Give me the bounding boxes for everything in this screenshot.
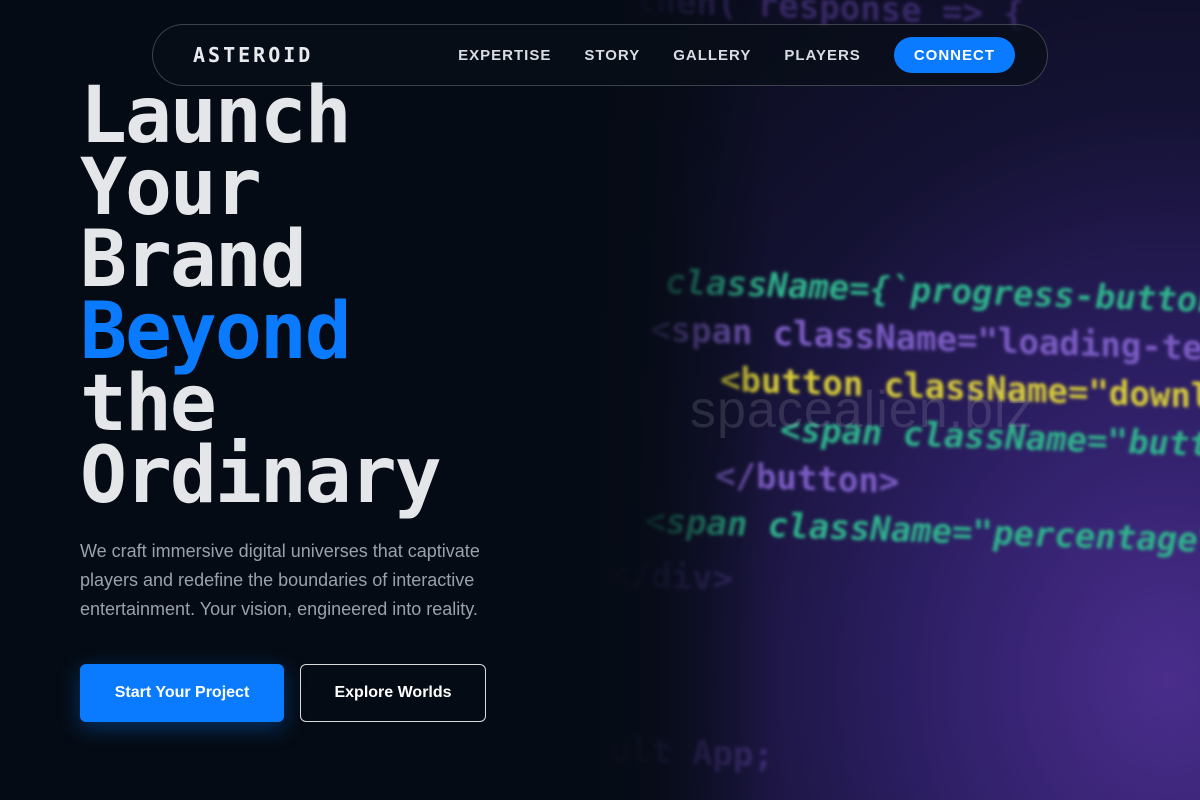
hero-heading-line: Brand [80, 215, 307, 305]
hero-heading-accent: Beyond [80, 287, 352, 377]
landing-page: then( response => { className={`progress… [0, 0, 1200, 800]
code-line: </button> [715, 455, 900, 503]
code-line: </div> [610, 555, 733, 600]
hero-heading-line: Your [80, 143, 262, 233]
code-line: ult App; [610, 730, 774, 776]
code-line: <span className="percentage" {percen [645, 501, 1200, 567]
nav-links: EXPERTISE STORY GALLERY PLAYERS CONNECT [458, 37, 1015, 73]
explore-worlds-button[interactable]: Explore Worlds [300, 664, 486, 722]
hero-heading-line: the [80, 359, 217, 449]
nav-link-gallery[interactable]: GALLERY [673, 47, 751, 64]
nav-link-players[interactable]: PLAYERS [784, 47, 860, 64]
nav-link-story[interactable]: STORY [584, 47, 640, 64]
start-project-button[interactable]: Start Your Project [80, 664, 284, 722]
connect-button[interactable]: CONNECT [893, 37, 1015, 73]
nav-link-expertise[interactable]: EXPERTISE [458, 47, 551, 64]
hero-heading-line: Ordinary [80, 431, 442, 521]
hero-description: We craft immersive digital universes tha… [80, 541, 480, 619]
brand-logo[interactable]: ASTEROID [193, 43, 313, 67]
hero-heading: Launch Your Brand Beyond the Ordinary [80, 71, 442, 521]
watermark: spacealien.biz [690, 381, 1034, 439]
hero-heading-line: Launch [80, 71, 352, 161]
